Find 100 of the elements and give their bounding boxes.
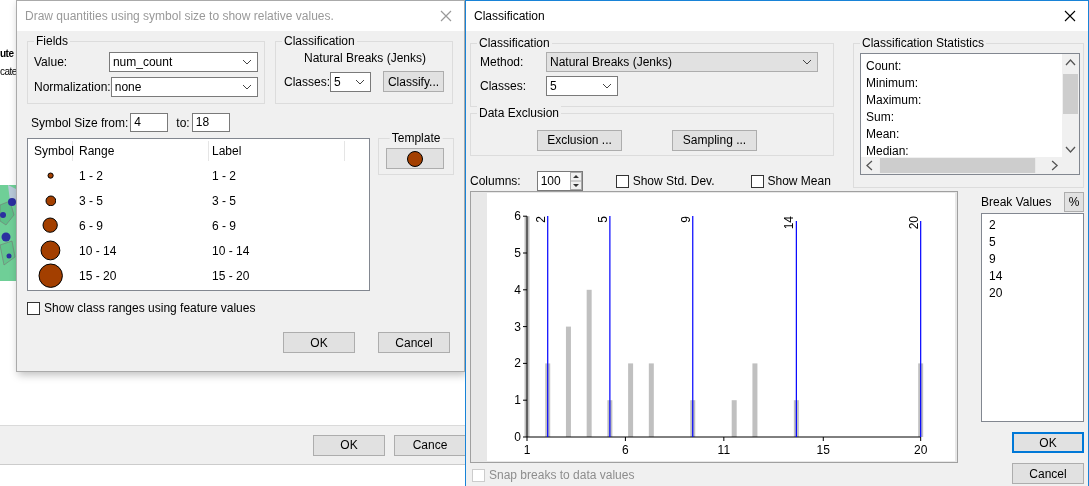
statistic-label: Mean: <box>866 126 901 143</box>
statistic-label: Sum: <box>866 109 895 126</box>
dialog-button[interactable]: Exclusion ... <box>537 129 622 151</box>
circle-symbol-icon[interactable] <box>37 262 64 289</box>
method-dropdown[interactable]: Natural Breaks (Jenks) <box>546 52 818 72</box>
statistic-label: Maximum: <box>866 92 923 109</box>
group-label: Template <box>389 131 443 145</box>
group-label: Fields <box>34 34 70 48</box>
statistic-label: Minimum: <box>866 75 919 92</box>
axis-tick-label: 0 <box>514 430 521 444</box>
classes-dropdown[interactable]: 5 <box>546 76 618 96</box>
input-field[interactable]: 18 <box>191 113 230 132</box>
table-cell-text: 10 - 14 <box>211 243 251 258</box>
break-line[interactable] <box>795 220 797 438</box>
column-header[interactable]: Symbol <box>28 141 73 161</box>
window-text: ute <box>0 48 14 59</box>
break-value[interactable]: 2 <box>989 217 1083 234</box>
histogram-bar <box>607 400 613 437</box>
break-value[interactable]: 20 <box>989 285 1083 302</box>
break-line[interactable] <box>920 220 922 438</box>
histogram-bar <box>731 400 737 437</box>
dialog-button[interactable]: Sampling ... <box>672 129 757 151</box>
circle-symbol-icon[interactable] <box>40 240 61 261</box>
circle-symbol-icon[interactable] <box>42 217 59 234</box>
break-value[interactable]: 5 <box>989 234 1083 251</box>
horizontal-scrollbar[interactable] <box>861 157 1079 174</box>
checkbox[interactable]: Show Std. Dev. <box>615 174 715 188</box>
ok-button[interactable]: OK <box>1012 432 1084 453</box>
caret-icon[interactable] <box>802 59 812 65</box>
break-label: 20 <box>906 216 921 230</box>
cancel-button[interactable]: Cancel <box>1012 463 1084 484</box>
table-cell-text: 3 - 5 <box>78 193 104 208</box>
table-cell-text: 1 - 2 <box>78 168 104 183</box>
axis-tick-label: 1 <box>514 393 521 408</box>
table-cell-text: 6 - 9 <box>211 218 237 233</box>
break-label: 5 <box>595 216 610 223</box>
classify-button[interactable]: Classify... <box>383 71 444 92</box>
checkbox[interactable]: Show class ranges using feature values <box>27 301 454 315</box>
field-label: Classes: <box>479 79 527 93</box>
group-label: Classification Statistics <box>860 36 987 50</box>
field-label: Method: <box>479 55 525 69</box>
normalization-dropdown[interactable]: none <box>110 77 258 97</box>
table-cell-text: 15 - 20 <box>211 268 251 283</box>
caret-icon[interactable] <box>355 78 365 85</box>
axis-tick-label: 11 <box>717 443 731 457</box>
table-cell-text: 3 - 5 <box>211 193 237 208</box>
checkbox[interactable]: Show Mean <box>750 174 831 188</box>
window-title: Draw quantities using symbol size to show relative values. <box>25 9 334 23</box>
table-cell-text: 6 - 9 <box>78 218 104 233</box>
axis-tick-label: 6 <box>514 209 521 224</box>
histogram-bar <box>793 400 799 437</box>
statistic-label: Median: <box>866 143 910 160</box>
circle-symbol-icon[interactable] <box>44 194 57 207</box>
field-label: to: <box>176 115 190 130</box>
field-label: Value: <box>34 55 69 69</box>
histogram-bar <box>690 400 696 437</box>
dialog-button[interactable]: OK <box>313 434 385 456</box>
column-header[interactable]: Range <box>73 141 209 161</box>
circle-symbol-icon <box>406 149 425 168</box>
dialog-button[interactable]: Cancel <box>378 332 450 353</box>
break-label: 9 <box>678 216 693 223</box>
axis-tick-label: 4 <box>514 282 521 297</box>
classes-dropdown[interactable]: 5 <box>330 71 371 92</box>
break-value[interactable]: 14 <box>989 268 1083 285</box>
caret-icon[interactable] <box>242 84 252 90</box>
dialog-button[interactable]: Cance <box>394 434 466 456</box>
percent-button[interactable]: % <box>1064 192 1084 212</box>
list-label: Break Values <box>981 195 1052 209</box>
columns-spinner[interactable]: 100 <box>536 171 583 191</box>
break-label: 14 <box>782 216 797 230</box>
field-label: Normalization: <box>34 80 111 94</box>
circle-symbol-icon[interactable] <box>46 171 55 180</box>
template-symbol-button[interactable] <box>386 148 445 169</box>
caret-icon[interactable] <box>602 83 612 89</box>
statistic-label: Count: <box>866 58 903 75</box>
axis-tick-label: 15 <box>816 443 830 457</box>
window-text: cate <box>0 66 17 77</box>
group-label: Classification <box>282 34 357 48</box>
group-label: Data Exclusion <box>477 105 562 120</box>
vertical-scrollbar[interactable] <box>1062 54 1079 159</box>
axis-tick-label: 20 <box>914 443 928 457</box>
close-icon[interactable] <box>1064 10 1076 22</box>
method-text: Natural Breaks (Jenks) <box>302 51 427 65</box>
column-header[interactable]: Label <box>209 141 345 161</box>
axis-tick-label: 2 <box>514 356 521 371</box>
axis-tick-label: 5 <box>514 246 521 260</box>
table-cell-text: 10 - 14 <box>78 243 118 258</box>
axis-tick-label: 6 <box>622 443 629 457</box>
break-value[interactable]: 9 <box>989 251 1083 268</box>
caret-icon[interactable] <box>242 59 252 65</box>
break-line[interactable] <box>692 215 694 438</box>
break-line[interactable] <box>547 215 549 438</box>
group-label: Classification <box>477 36 552 50</box>
field-label: Symbol Size from: <box>31 115 129 130</box>
axis-tick-label: 3 <box>514 319 521 334</box>
value-dropdown[interactable]: num_count <box>108 52 258 72</box>
input-field[interactable]: 4 <box>130 113 169 132</box>
table-cell-text: 1 - 2 <box>211 168 237 183</box>
window-title: Classification <box>474 9 545 23</box>
dialog-button[interactable]: OK <box>283 332 355 353</box>
